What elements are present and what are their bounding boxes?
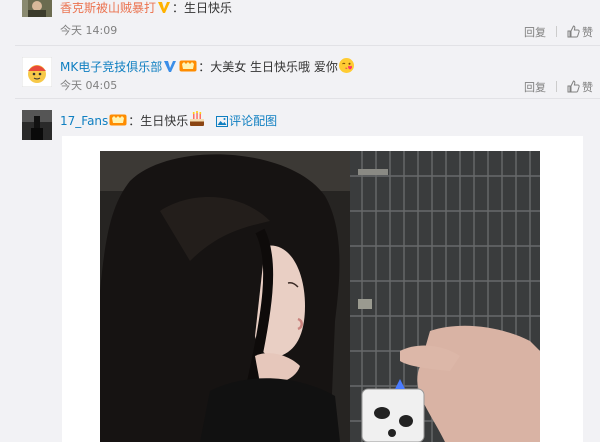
verified-v-icon bbox=[157, 1, 171, 18]
comment-item: 香克斯被山贼暴打 ：生日快乐 今天 14:09 回复 赞 bbox=[0, 0, 600, 45]
vip-badge-icon bbox=[109, 113, 127, 131]
verified-v-icon bbox=[163, 60, 177, 77]
like-button[interactable]: 赞 bbox=[582, 81, 593, 94]
thumb-up-icon[interactable] bbox=[567, 80, 580, 96]
cake-emoji-icon bbox=[188, 110, 206, 132]
comment-image[interactable] bbox=[100, 151, 540, 442]
username[interactable]: MK电子竞技俱乐部 bbox=[60, 60, 162, 74]
thumb-up-icon[interactable] bbox=[567, 25, 580, 41]
avatar[interactable] bbox=[22, 0, 52, 17]
divider bbox=[15, 98, 600, 99]
comment-text: ：生日快乐 bbox=[128, 114, 189, 128]
reply-button[interactable]: 回复 bbox=[524, 26, 546, 39]
divider bbox=[556, 81, 557, 92]
like-button[interactable]: 赞 bbox=[582, 26, 593, 39]
comment-text: ：生日快乐 bbox=[172, 1, 233, 15]
comment-time: 今天 04:05 bbox=[60, 79, 118, 92]
divider bbox=[556, 26, 557, 37]
image-link[interactable]: 评论配图 bbox=[229, 114, 277, 128]
comment-time: 今天 14:09 bbox=[60, 24, 118, 37]
avatar[interactable] bbox=[22, 110, 52, 140]
comment-item: MK电子竞技俱乐部 ：大美女 生日快乐哦 爱你 今天 04:05 回复 赞 bbox=[0, 53, 600, 98]
kiss-emoji-icon bbox=[338, 57, 355, 78]
image-icon[interactable] bbox=[216, 115, 229, 131]
username[interactable]: 香克斯被山贼暴打 bbox=[60, 1, 156, 15]
vip-badge-icon bbox=[179, 59, 197, 77]
comment-text: ：大美女 生日快乐哦 爱你 bbox=[198, 60, 338, 74]
divider bbox=[15, 45, 600, 46]
username[interactable]: 17_Fans bbox=[60, 114, 108, 128]
avatar[interactable] bbox=[22, 57, 52, 87]
reply-button[interactable]: 回复 bbox=[524, 81, 546, 94]
image-preview-panel bbox=[62, 136, 583, 442]
